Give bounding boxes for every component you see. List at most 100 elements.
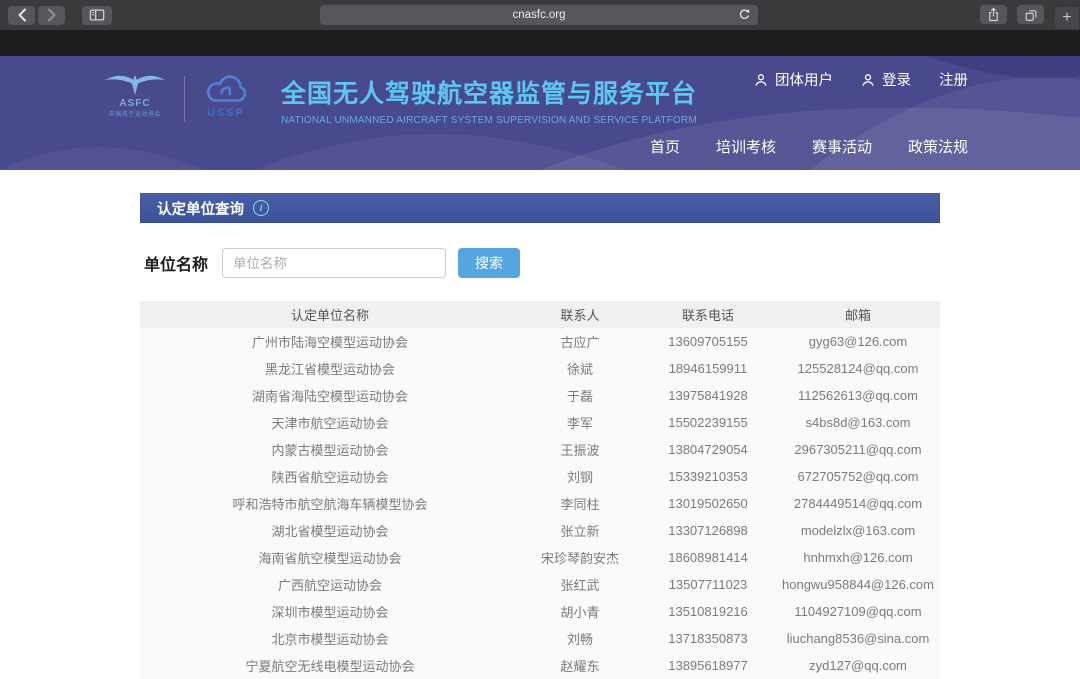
cell-contact: 古应广	[520, 328, 640, 355]
address-url: cnasfc.org	[512, 9, 565, 21]
header-unit-name: 认定单位名称	[140, 301, 520, 328]
header-user-links: 团体用户 登录 注册	[754, 69, 968, 90]
address-bar[interactable]: cnasfc.org	[320, 5, 758, 25]
tab-strip	[0, 30, 1080, 56]
brand-divider	[184, 76, 185, 122]
ussp-acronym: USSP	[199, 108, 253, 119]
cell-unit-name: 湖北省模型运动协会	[140, 517, 520, 544]
cell-contact: 刘畅	[520, 625, 640, 652]
group-user-link[interactable]: 团体用户	[754, 69, 833, 90]
cell-unit-name: 湖南省海陆空模型运动协会	[140, 382, 520, 409]
reload-icon[interactable]	[738, 8, 751, 21]
new-tab-button[interactable]: +	[1055, 7, 1079, 29]
cell-phone: 18608981414	[640, 544, 776, 571]
cell-unit-name: 深圳市模型运动协会	[140, 598, 520, 625]
unit-name-label: 单位名称	[144, 251, 208, 275]
cell-phone: 13804729054	[640, 436, 776, 463]
table-row: 内蒙古模型运动协会 王振波 13804729054 2967305211@qq.…	[140, 436, 940, 463]
asfc-chinese-name: 中国航空运动协会	[100, 112, 170, 118]
table-row: 天津市航空运动协会 李军 15502239155 s4bs8d@163.com	[140, 409, 940, 436]
cell-unit-name: 广州市陆海空模型运动协会	[140, 328, 520, 355]
cell-contact: 于磊	[520, 382, 640, 409]
cell-email: modelzlx@163.com	[776, 517, 940, 544]
cell-contact: 李同柱	[520, 490, 640, 517]
show-all-tabs-button[interactable]	[1017, 5, 1044, 24]
sidebar-icon	[88, 7, 106, 23]
tabs-icon	[1024, 8, 1038, 22]
share-button[interactable]	[980, 5, 1007, 24]
main-nav: 首页 培训考核 赛事活动 政策法规	[650, 136, 968, 157]
cell-phone: 13718350873	[640, 625, 776, 652]
nav-item-policy[interactable]: 政策法规	[908, 136, 968, 157]
back-icon	[17, 8, 27, 22]
cell-unit-name: 黑龙江省模型运动协会	[140, 355, 520, 382]
site-header: 团体用户 登录 注册 ASFC 中国航空运动协会	[0, 56, 1080, 170]
toolbar-right-group	[980, 5, 1044, 24]
table-row: 海南省航空模型运动协会 宋珍琴韵安杰 18608981414 hnhmxh@12…	[140, 544, 940, 571]
browser-toolbar: cnasfc.org +	[0, 0, 1080, 30]
info-icon[interactable]: i	[253, 200, 269, 216]
register-link[interactable]: 注册	[939, 69, 968, 90]
sidebar-button[interactable]	[82, 6, 112, 25]
share-icon	[987, 7, 1000, 22]
cell-phone: 13975841928	[640, 382, 776, 409]
new-tab-icon: +	[1062, 9, 1071, 27]
back-button[interactable]	[8, 6, 35, 25]
asfc-logo: ASFC 中国航空运动协会	[100, 71, 170, 118]
nav-item-home[interactable]: 首页	[650, 136, 680, 157]
section-title-bar: 认定单位查询 i	[140, 193, 940, 223]
section-title: 认定单位查询	[157, 198, 244, 219]
cell-phone: 13307126898	[640, 517, 776, 544]
cell-email: 125528124@qq.com	[776, 355, 940, 382]
cell-contact: 张立新	[520, 517, 640, 544]
site-subtitle: NATIONAL UNMANNED AIRCRAFT SYSTEM SUPERV…	[281, 115, 697, 126]
table-row: 湖北省模型运动协会 张立新 13307126898 modelzlx@163.c…	[140, 517, 940, 544]
page-content: 认定单位查询 i 单位名称 搜索 认定单位名称 联系人 联系电话 邮箱 广州市陆…	[140, 193, 940, 679]
table-header: 认定单位名称 联系人 联系电话 邮箱	[140, 301, 940, 328]
cell-contact: 胡小青	[520, 598, 640, 625]
cell-phone: 15339210353	[640, 463, 776, 490]
unit-name-input[interactable]	[222, 248, 446, 278]
header-email: 邮箱	[776, 301, 940, 328]
cell-contact: 王振波	[520, 436, 640, 463]
nav-item-training[interactable]: 培训考核	[716, 136, 776, 157]
cell-email: hnhmxh@126.com	[776, 544, 940, 571]
cell-phone: 13609705155	[640, 328, 776, 355]
nav-item-events[interactable]: 赛事活动	[812, 136, 872, 157]
table-row: 广州市陆海空模型运动协会 古应广 13609705155 gyg63@126.c…	[140, 328, 940, 355]
cell-unit-name: 海南省航空模型运动协会	[140, 544, 520, 571]
cell-contact: 徐斌	[520, 355, 640, 382]
asfc-wings-icon	[102, 71, 168, 97]
site-title-block: 全国无人驾驶航空器监管与服务平台 NATIONAL UNMANNED AIRCR…	[281, 74, 697, 126]
cell-unit-name: 广西航空运动协会	[140, 571, 520, 598]
ussp-cloud-icon	[202, 73, 250, 106]
table-row: 黑龙江省模型运动协会 徐斌 18946159911 125528124@qq.c…	[140, 355, 940, 382]
cell-email: s4bs8d@163.com	[776, 409, 940, 436]
forward-button[interactable]	[38, 6, 65, 25]
table-row: 广西航空运动协会 张红武 13507711023 hongwu958844@12…	[140, 571, 940, 598]
group-user-label: 团体用户	[775, 69, 833, 90]
asfc-acronym: ASFC	[100, 99, 170, 109]
cell-email: hongwu958844@126.com	[776, 571, 940, 598]
cell-contact: 刘钢	[520, 463, 640, 490]
header-phone: 联系电话	[640, 301, 776, 328]
cell-unit-name: 北京市模型运动协会	[140, 625, 520, 652]
cell-email: gyg63@126.com	[776, 328, 940, 355]
table-row: 湖南省海陆空模型运动协会 于磊 13975841928 112562613@qq…	[140, 382, 940, 409]
table-row: 北京市模型运动协会 刘畅 13718350873 liuchang8536@si…	[140, 625, 940, 652]
ussp-logo: USSP	[199, 73, 253, 119]
cell-phone: 13019502650	[640, 490, 776, 517]
table-row: 陕西省航空运动协会 刘钢 15339210353 672705752@qq.co…	[140, 463, 940, 490]
cell-unit-name: 呼和浩特市航空航海车辆模型协会	[140, 490, 520, 517]
cell-unit-name: 天津市航空运动协会	[140, 409, 520, 436]
cell-contact: 张红武	[520, 571, 640, 598]
brand-block: ASFC 中国航空运动协会 USSP 全国无人驾驶航空器监管与服务平台 NATI…	[100, 71, 697, 126]
cell-phone: 13510819216	[640, 598, 776, 625]
search-button[interactable]: 搜索	[458, 248, 520, 278]
login-link[interactable]: 登录	[861, 69, 911, 90]
cell-unit-name: 陕西省航空运动协会	[140, 463, 520, 490]
cell-email: 112562613@qq.com	[776, 382, 940, 409]
site-title: 全国无人驾驶航空器监管与服务平台	[281, 74, 697, 110]
cell-email: 1104927109@qq.com	[776, 598, 940, 625]
search-row: 单位名称 搜索	[140, 248, 940, 278]
